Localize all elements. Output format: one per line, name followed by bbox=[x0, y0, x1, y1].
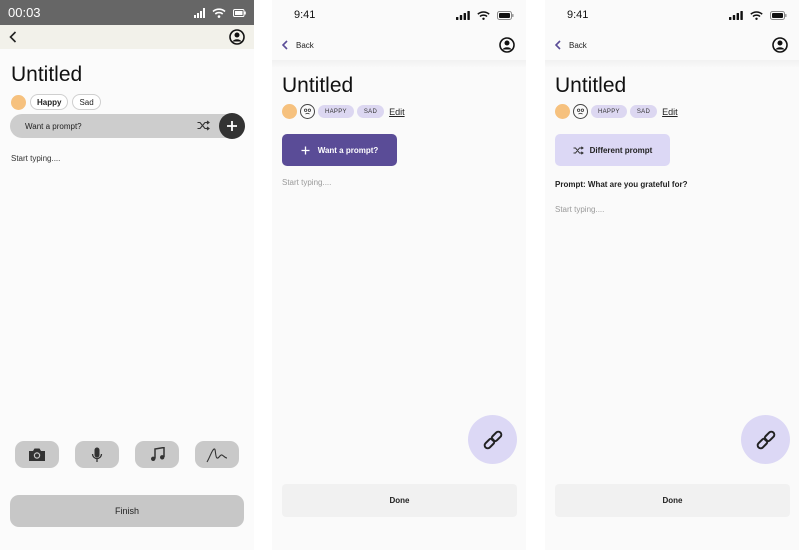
battery-icon bbox=[233, 8, 246, 17]
edit-moods-link[interactable]: Edit bbox=[389, 107, 405, 117]
mood-face-icon bbox=[300, 104, 315, 119]
back-chevron-icon bbox=[282, 40, 288, 50]
entry-body-input[interactable]: Start typing.... bbox=[282, 178, 331, 187]
status-bar: 9:41 bbox=[272, 0, 526, 30]
music-icon bbox=[150, 447, 165, 461]
signal-icon bbox=[729, 10, 743, 20]
link-icon bbox=[756, 430, 775, 449]
status-bar: 9:41 bbox=[545, 0, 799, 30]
mood-pill-sad[interactable]: SAD bbox=[356, 105, 385, 118]
nav-bar: Back bbox=[272, 30, 526, 60]
header-divider bbox=[272, 60, 526, 68]
back-chevron-icon bbox=[555, 40, 561, 50]
wifi-icon bbox=[750, 10, 763, 20]
nav-bar bbox=[0, 25, 254, 49]
camera-icon bbox=[29, 448, 45, 461]
mood-chip-happy[interactable]: Happy bbox=[30, 94, 69, 110]
attach-button[interactable] bbox=[741, 415, 790, 464]
prompt-text: Prompt: What are you grateful for? bbox=[555, 180, 688, 189]
status-time: 9:41 bbox=[567, 9, 589, 21]
draw-icon bbox=[206, 447, 228, 462]
mood-pill-happy[interactable]: HAPPY bbox=[318, 105, 354, 118]
camera-button[interactable] bbox=[15, 441, 59, 468]
plus-icon bbox=[227, 121, 237, 131]
plus-icon bbox=[301, 146, 310, 154]
signal-icon bbox=[194, 7, 205, 18]
mood-color-dot bbox=[282, 104, 297, 119]
prompt-bar-label: Want a prompt? bbox=[25, 121, 82, 131]
mood-face-icon bbox=[573, 104, 588, 119]
want-prompt-button[interactable]: Want a prompt? bbox=[282, 134, 397, 166]
mood-color-dot bbox=[555, 104, 570, 119]
screen-ios-prompt: 9:41 Back Untitled HAPPY SAD Edit Differ… bbox=[545, 0, 799, 550]
microphone-button[interactable] bbox=[75, 441, 119, 468]
done-button[interactable]: Done bbox=[555, 484, 790, 517]
edit-moods-link[interactable]: Edit bbox=[662, 107, 678, 117]
profile-icon[interactable] bbox=[229, 29, 245, 45]
attach-button[interactable] bbox=[468, 415, 517, 464]
nav-bar: Back bbox=[545, 30, 799, 60]
mood-row: HAPPY SAD Edit bbox=[555, 104, 799, 119]
microphone-icon bbox=[91, 447, 103, 462]
signal-icon bbox=[456, 10, 470, 20]
entry-title[interactable]: Untitled bbox=[11, 63, 254, 87]
media-toolbar bbox=[15, 441, 239, 468]
back-button[interactable]: Back bbox=[555, 40, 587, 50]
status-time: 9:41 bbox=[294, 9, 316, 21]
screen-android-draft: 00:03 Untitled Happy Sad Want a prompt? … bbox=[0, 0, 254, 550]
wifi-icon bbox=[212, 7, 226, 18]
profile-icon[interactable] bbox=[499, 37, 515, 53]
mood-pill-sad[interactable]: SAD bbox=[629, 105, 658, 118]
add-prompt-button[interactable] bbox=[219, 113, 245, 139]
mood-color-dot bbox=[11, 94, 26, 110]
screen-ios-draft: 9:41 Back Untitled HAPPY SAD Edit Want a… bbox=[272, 0, 526, 550]
shuffle-icon[interactable] bbox=[197, 120, 210, 131]
link-icon bbox=[483, 430, 502, 449]
mood-row: HAPPY SAD Edit bbox=[282, 104, 526, 119]
back-button[interactable]: Back bbox=[282, 40, 314, 50]
want-prompt-label: Want a prompt? bbox=[317, 145, 379, 155]
profile-icon[interactable] bbox=[772, 37, 788, 53]
different-prompt-button[interactable]: Different prompt bbox=[555, 134, 670, 166]
back-label: Back bbox=[296, 40, 314, 50]
mood-pill-happy[interactable]: HAPPY bbox=[591, 105, 627, 118]
mood-chip-sad[interactable]: Sad bbox=[72, 94, 101, 110]
done-button[interactable]: Done bbox=[282, 484, 517, 517]
entry-title[interactable]: Untitled bbox=[282, 74, 526, 98]
entry-body-input[interactable]: Start typing.... bbox=[555, 205, 604, 214]
wifi-icon bbox=[477, 10, 490, 20]
back-chevron-icon[interactable] bbox=[9, 31, 17, 43]
shuffle-icon bbox=[573, 145, 584, 155]
prompt-bar[interactable]: Want a prompt? bbox=[10, 113, 245, 139]
status-bar: 00:03 bbox=[0, 0, 254, 25]
draw-button[interactable] bbox=[195, 441, 239, 468]
mood-row: Happy Sad bbox=[11, 94, 254, 110]
status-time: 00:03 bbox=[8, 5, 41, 20]
different-prompt-label: Different prompt bbox=[589, 145, 653, 155]
music-button[interactable] bbox=[135, 441, 179, 468]
entry-body-input[interactable]: Start typing.... bbox=[11, 154, 60, 163]
battery-icon bbox=[497, 10, 514, 20]
back-label: Back bbox=[569, 40, 587, 50]
finish-button[interactable]: Finish bbox=[10, 495, 244, 527]
header-divider bbox=[545, 60, 799, 68]
entry-title[interactable]: Untitled bbox=[555, 74, 799, 98]
battery-icon bbox=[770, 10, 787, 20]
